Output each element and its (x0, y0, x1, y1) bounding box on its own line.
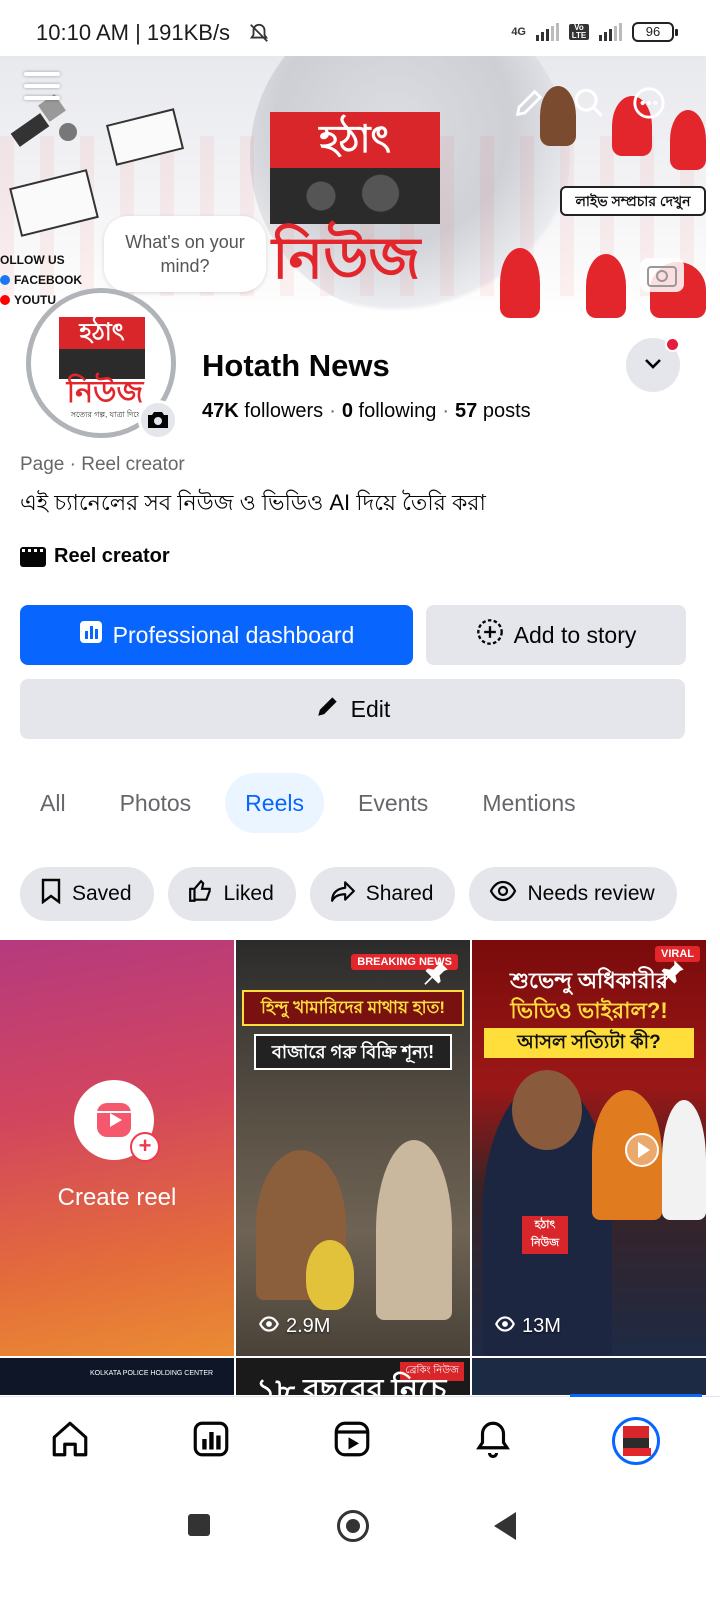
cover-logo-top: হঠাৎ (270, 112, 440, 168)
plus-icon: + (130, 1132, 160, 1162)
more-options-icon[interactable] (632, 86, 666, 125)
saved-chip[interactable]: Saved (20, 867, 154, 921)
facebook-icon (0, 275, 10, 285)
share-arrow-icon (330, 878, 356, 910)
create-reel-tile[interactable]: + Create reel (0, 940, 234, 1356)
back-triangle-icon[interactable] (494, 1512, 516, 1540)
youtube-icon (0, 295, 10, 305)
edit-cover-camera-icon[interactable] (640, 258, 684, 292)
notifications-icon[interactable] (471, 1417, 515, 1461)
search-icon[interactable] (572, 86, 606, 125)
eye-icon (258, 1315, 280, 1338)
profile-stats: 47K followers · 0 following · 57 posts (202, 400, 531, 422)
reel-tile[interactable] (472, 1358, 706, 1395)
system-navigation (0, 1490, 720, 1600)
add-to-story-button[interactable]: Add to story (426, 605, 686, 665)
home-circle-icon[interactable] (337, 1510, 369, 1542)
tab-all[interactable]: All (20, 773, 86, 833)
reel-tile[interactable]: KOLKATA POLICE HOLDING CENTER (0, 1358, 234, 1395)
bell-off-icon (248, 22, 270, 49)
eye-icon (494, 1315, 516, 1338)
tab-mentions[interactable]: Mentions (462, 773, 595, 833)
reel-tile[interactable]: ব্রেকিং নিউজ ১৮ বছরের নিচে (236, 1358, 470, 1395)
bottom-navigation (0, 1394, 720, 1488)
reel-tile[interactable]: VIRAL শুভেন্দু অধিকারীর ভিডিও ভাইরাল?! আ… (472, 940, 706, 1356)
thumbs-up-icon (188, 878, 214, 910)
dashboard-icon[interactable] (189, 1417, 233, 1461)
view-count: 2.9M (258, 1315, 330, 1338)
page-title: Hotath News (202, 348, 390, 383)
notification-dot (665, 337, 680, 352)
chevron-down-icon (641, 351, 665, 380)
cover-logo-news: নিউজ (272, 226, 421, 291)
reel-filter-chips: Saved Liked Shared Needs review (20, 867, 677, 921)
professional-dashboard-button[interactable]: Professional dashboard (20, 605, 413, 665)
volte-label: Vo LTE (569, 24, 589, 40)
cover-logo-map (270, 168, 440, 224)
status-icons: 4G Vo LTE 96 (511, 22, 678, 42)
pencil-icon[interactable] (512, 86, 546, 125)
page-category: Page · Reel creator (20, 454, 185, 475)
home-icon[interactable] (48, 1417, 92, 1461)
needs-review-chip[interactable]: Needs review (469, 867, 677, 921)
page-bio: এই চ্যানেলের সব নিউজ ও ভিডিও AI দিয়ে তৈ… (20, 490, 486, 515)
shared-chip[interactable]: Shared (309, 867, 456, 921)
edit-button[interactable]: Edit (20, 679, 685, 739)
profile-tabs: All Photos Reels Events Mentions (20, 773, 610, 833)
mic-label: হঠাৎ নিউজ (522, 1216, 568, 1254)
add-circle-icon (476, 618, 504, 652)
play-icon (624, 1132, 660, 1173)
reel-tile[interactable]: BREAKING NEWS হিন্দু খামারিদের মাথায় হা… (236, 940, 470, 1356)
status-bar: 10:10 AM | 191KB/s 4G Vo LTE 96 (0, 0, 720, 56)
tab-photos[interactable]: Photos (100, 773, 212, 833)
liked-chip[interactable]: Liked (167, 867, 296, 921)
profile-avatar[interactable] (612, 1417, 660, 1465)
signal-icon-2 (599, 23, 622, 41)
eye-icon (489, 880, 517, 908)
reel-creator-badge: Reel creator (20, 545, 170, 568)
menu-button[interactable] (24, 72, 60, 102)
tab-reels[interactable]: Reels (225, 773, 324, 833)
bookmark-icon (40, 878, 62, 910)
reels-grid: + Create reel BREAKING NEWS হিন্দু খামার… (0, 940, 706, 1395)
recents-icon[interactable] (188, 1514, 210, 1536)
pencil-icon (315, 693, 341, 725)
live-broadcast-tag: লাইভ সম্প্রচার দেখুন (560, 186, 706, 216)
view-count: 13M (494, 1315, 561, 1338)
signal-icon (536, 23, 559, 41)
clapperboard-icon (20, 546, 46, 567)
battery-indicator: 96 (632, 22, 678, 42)
pin-icon (658, 958, 686, 986)
reels-icon[interactable] (330, 1417, 374, 1461)
dashboard-icon (79, 620, 103, 650)
network-4g-label: 4G (511, 25, 526, 38)
pin-icon (422, 958, 450, 986)
active-tab-indicator (570, 1394, 702, 1397)
whats-on-your-mind-bubble[interactable]: What's on your mind? (104, 216, 266, 292)
tab-events[interactable]: Events (338, 773, 448, 833)
status-time: 10:10 AM | 191KB/s (36, 20, 231, 45)
camera-icon[interactable] (138, 400, 178, 440)
